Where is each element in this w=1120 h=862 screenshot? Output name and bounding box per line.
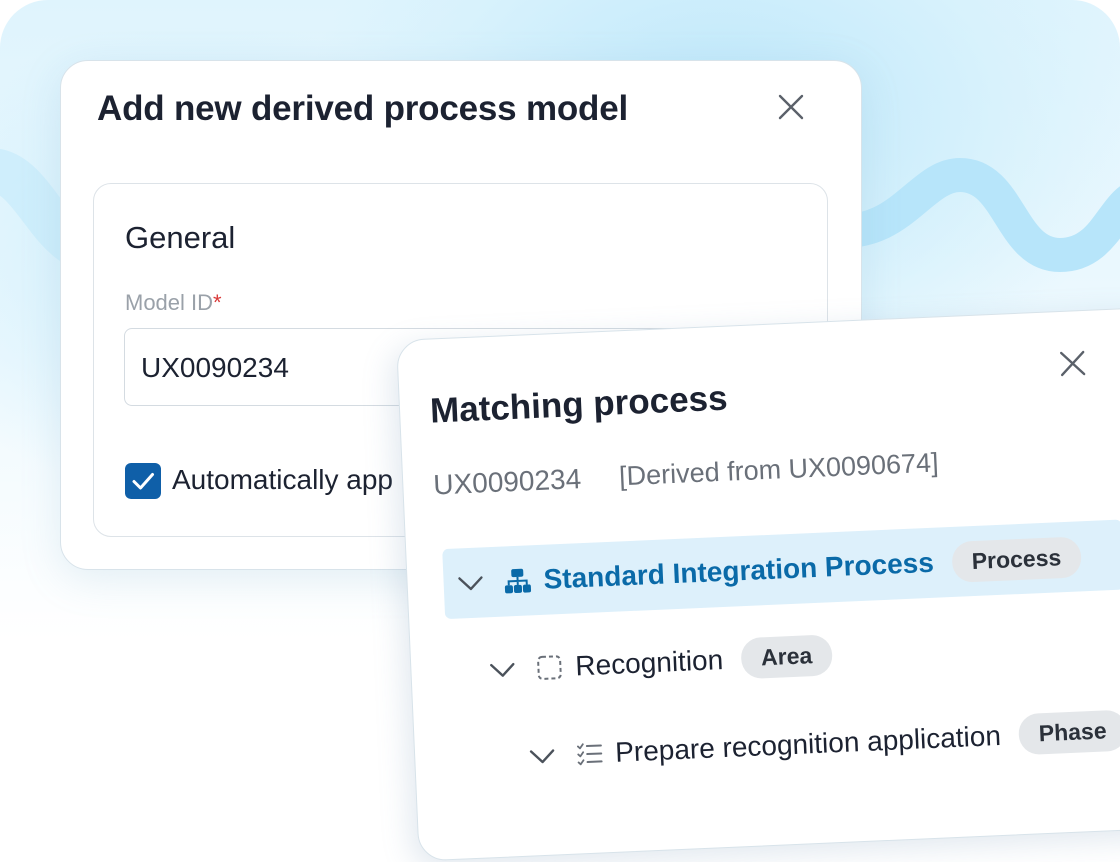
type-badge-phase: Phase [1017, 709, 1120, 756]
tree-label-process: Standard Integration Process [542, 546, 935, 595]
tree-label-area: Recognition [574, 643, 724, 681]
type-badge-area: Area [740, 634, 834, 680]
tree-row-process[interactable]: Standard Integration Process Process [442, 519, 1120, 620]
dialog-title: Add new derived process model [97, 89, 629, 128]
chevron-down-icon[interactable] [487, 659, 518, 680]
derived-from-text: [Derived from UX0090674] [618, 447, 940, 492]
tree-label-phase: Prepare recognition application [614, 719, 1002, 768]
section-title: General [125, 220, 236, 255]
model-id-label: Model ID* [125, 290, 222, 316]
chevron-down-icon[interactable] [527, 745, 558, 766]
tree-row-phase[interactable]: Prepare recognition application Phase [526, 709, 1120, 777]
type-badge-process: Process [950, 535, 1083, 583]
model-id-label-text: Model ID [125, 290, 214, 315]
dashed-square-icon [537, 654, 562, 680]
matching-process-dialog: Matching process UX0090234 [Derived from… [396, 306, 1120, 862]
required-asterisk: * [213, 290, 222, 315]
close-icon[interactable] [1058, 349, 1087, 378]
checklist-icon [576, 742, 603, 765]
tree-row-area[interactable]: Recognition Area [487, 634, 834, 690]
matching-model-id: UX0090234 [432, 463, 582, 501]
auto-apply-label: Automatically app [172, 464, 394, 495]
hierarchy-icon [504, 568, 532, 594]
chevron-down-icon[interactable] [455, 572, 486, 593]
dialog-title: Matching process [429, 378, 729, 431]
check-icon [132, 473, 154, 490]
close-icon[interactable] [777, 93, 805, 121]
auto-apply-checkbox[interactable] [125, 463, 161, 499]
